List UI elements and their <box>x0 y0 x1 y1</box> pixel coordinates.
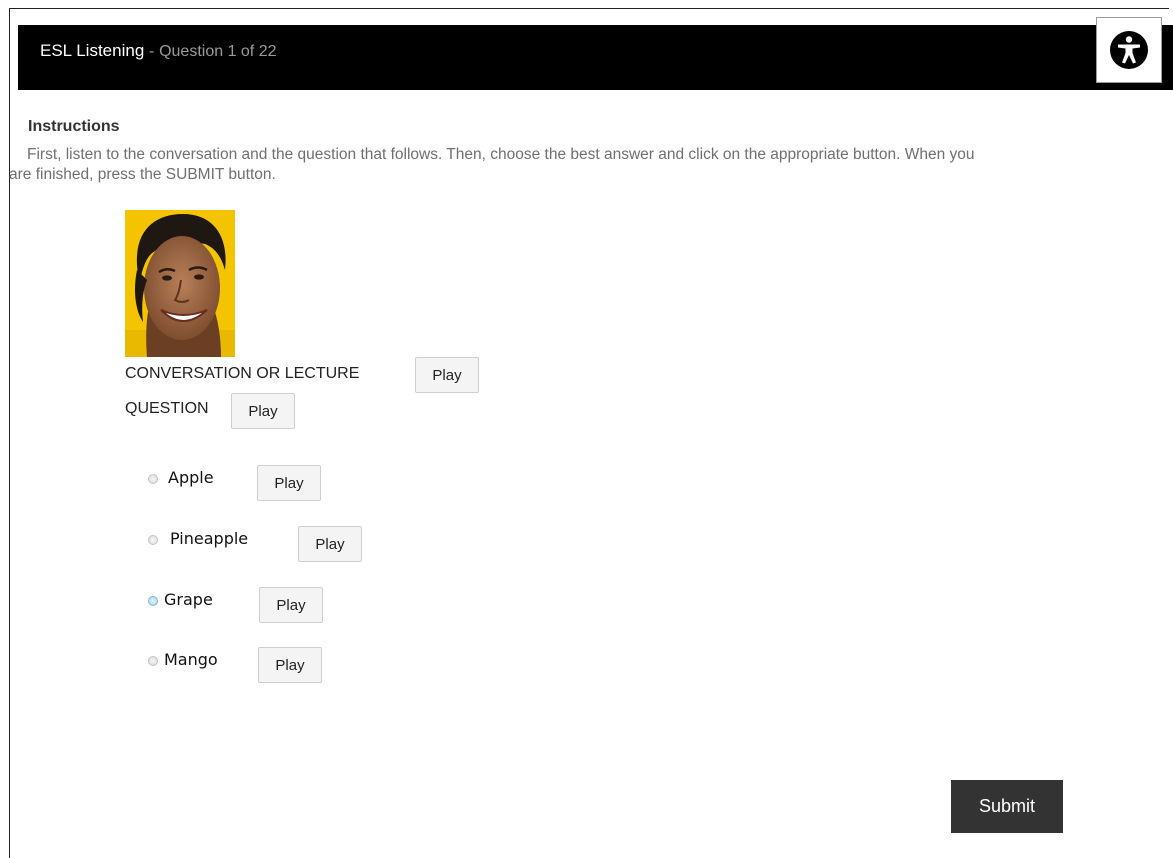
instructions-heading: Instructions <box>28 118 120 135</box>
submit-button[interactable]: Submit <box>951 780 1063 833</box>
option-mango-label: Mango <box>164 650 218 669</box>
speaker-photo <box>125 210 235 357</box>
instructions-line-2: are finished, press the SUBMIT button. <box>9 166 276 183</box>
question-progress: Question 1 of 22 <box>159 43 277 60</box>
option-pineapple-play-button[interactable]: Play <box>298 526 362 562</box>
option-pineapple-radio[interactable] <box>148 535 158 545</box>
accessibility-button[interactable] <box>1096 17 1162 83</box>
option-apple-label: Apple <box>168 468 214 487</box>
app-title: ESL Listening <box>40 41 145 60</box>
instructions-line-1: First, listen to the conversation and th… <box>27 146 975 163</box>
play-conversation-button[interactable]: Play <box>415 357 479 393</box>
option-grape-play-button[interactable]: Play <box>259 587 323 623</box>
page-frame <box>9 8 1169 858</box>
instructions-text: First, listen to the conversation and th… <box>9 145 1173 185</box>
question-label: QUESTION <box>125 400 209 417</box>
option-grape-label: Grape <box>164 590 213 609</box>
option-pineapple-label: Pineapple <box>170 529 249 548</box>
option-grape-radio[interactable] <box>148 596 158 606</box>
option-mango-play-button[interactable]: Play <box>258 647 322 683</box>
conversation-label: CONVERSATION OR LECTURE <box>125 365 360 382</box>
page-title: ESL Listening - Question 1 of 22 <box>40 41 277 61</box>
option-mango-radio[interactable] <box>148 656 158 666</box>
header-bar: ESL Listening - Question 1 of 22 <box>18 25 1173 90</box>
option-apple-radio[interactable] <box>148 474 158 484</box>
option-apple-play-button[interactable]: Play <box>257 465 321 501</box>
title-separator: - <box>149 43 155 60</box>
accessibility-person-icon <box>1110 31 1148 69</box>
play-question-button[interactable]: Play <box>231 393 295 429</box>
